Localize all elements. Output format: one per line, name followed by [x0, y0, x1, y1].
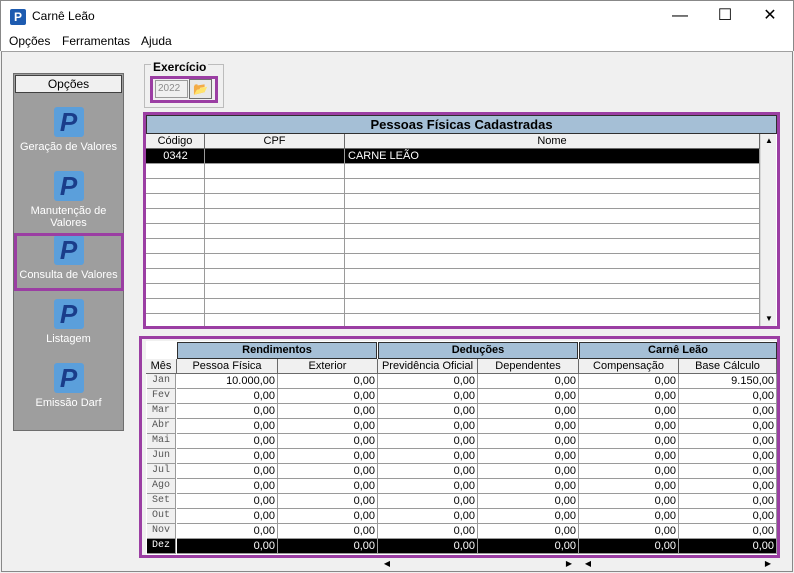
consulta-highlight	[14, 233, 124, 291]
sidebar-item-label: Manutenção de Valores	[30, 205, 107, 229]
window-title: Carnê Leão	[32, 9, 95, 23]
menu-bar: Opções Ferramentas Ajuda	[0, 31, 794, 51]
sidebar-item-manutencao[interactable]: P Manutenção de Valores	[15, 171, 122, 231]
sidebar-item-label: Geração de Valores	[19, 141, 118, 153]
sidebar-item-label: Listagem	[46, 333, 91, 345]
sidebar-header: Opções	[15, 75, 122, 93]
menu-ajuda[interactable]: Ajuda	[141, 34, 172, 48]
sidebar-item-listagem[interactable]: P Listagem	[15, 299, 122, 359]
sidebar-item-emissao[interactable]: P Emissão Darf	[15, 363, 122, 423]
p-app-icon: P	[53, 299, 84, 329]
app-icon: P	[10, 9, 26, 25]
minimize-button[interactable]: —	[657, 1, 703, 31]
menu-opcoes[interactable]: Opções	[9, 34, 50, 48]
close-button[interactable]: ✕	[747, 1, 793, 31]
year-input[interactable]: 2022	[155, 80, 188, 98]
hscroll-carne-leao[interactable]: ◀ ▶	[579, 556, 777, 571]
title-bar: P Carnê Leão — ☐ ✕	[0, 0, 794, 31]
open-folder-icon[interactable]: 📂	[189, 79, 212, 99]
p-app-icon: P	[53, 107, 84, 137]
maximize-button[interactable]: ☐	[702, 1, 748, 31]
scroll-right-icon[interactable]: ▶	[562, 559, 576, 569]
scroll-left-icon[interactable]: ◀	[581, 559, 595, 569]
values-highlight	[139, 336, 780, 558]
sidebar-item-label: Emissão Darf	[35, 397, 102, 409]
hscroll-deducoes[interactable]: ◀ ▶	[378, 556, 578, 571]
exercicio-label: Exercício	[151, 60, 209, 74]
p-app-icon: P	[53, 363, 84, 393]
menu-ferramentas[interactable]: Ferramentas	[62, 34, 130, 48]
scroll-left-icon[interactable]: ◀	[380, 559, 394, 569]
sidebar-item-geracao[interactable]: P Geração de Valores	[15, 107, 122, 167]
people-highlight	[143, 112, 780, 329]
scroll-right-icon[interactable]: ▶	[761, 559, 775, 569]
p-app-icon: P	[53, 171, 84, 201]
